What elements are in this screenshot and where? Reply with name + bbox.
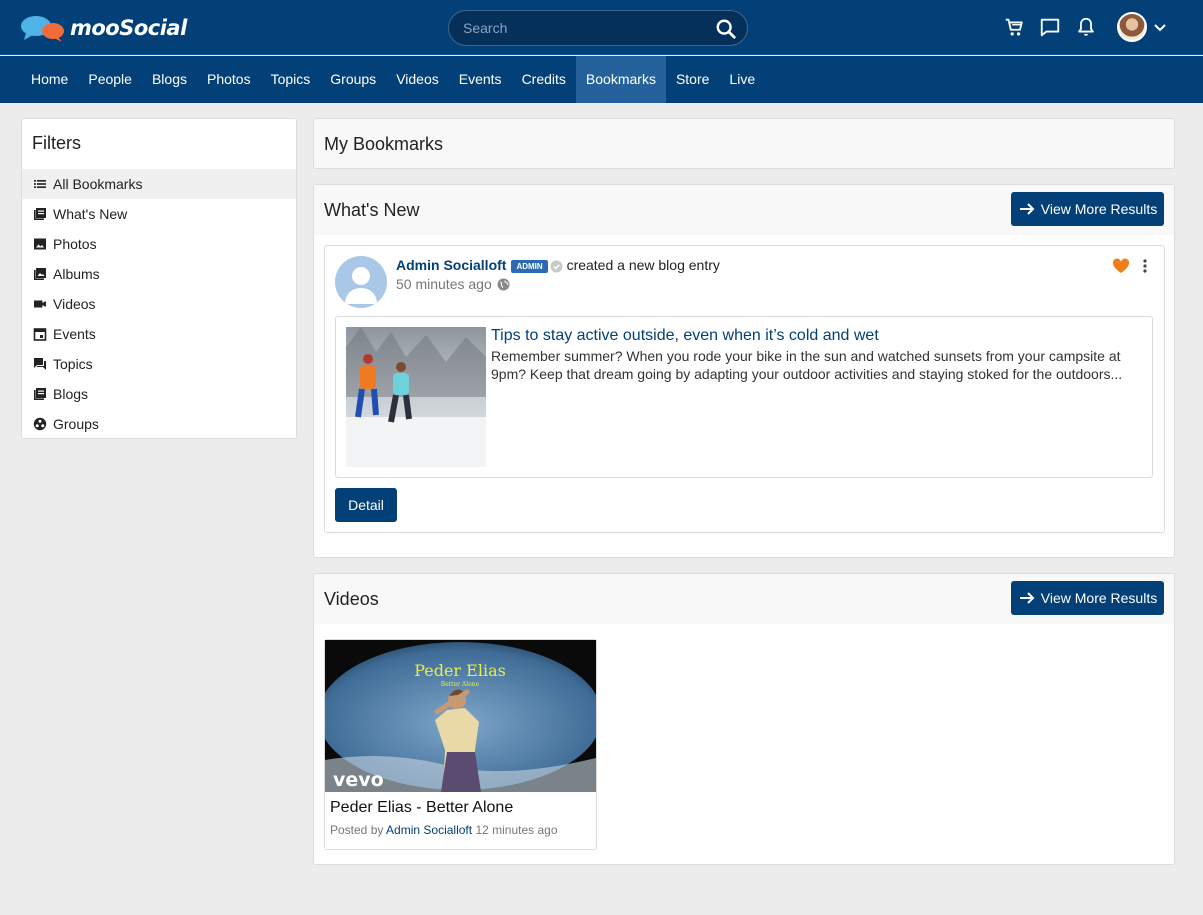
view-more-label: View More Results [1040,201,1158,217]
top-bar: mooSocial [0,0,1203,55]
author-link[interactable]: Admin Socialloft [396,257,506,273]
section-title: What's New [324,200,420,220]
photo-icon [34,238,46,250]
detail-button[interactable]: Detail [335,488,397,522]
albums-icon [34,268,46,280]
blog-attachment: Tips to stay active outside, even when i… [335,316,1153,478]
arrow-right-icon [1019,592,1035,604]
filter-events[interactable]: Events [22,319,296,349]
filters-title: Filters [32,133,81,153]
poster-title: Peder Elias [414,661,506,680]
message-icon[interactable] [1039,16,1061,38]
video-poster: Peder Elias Better Alone vevo [325,640,596,792]
nav-credits[interactable]: Credits [512,56,576,103]
poster-subtitle: Better Alone [441,681,480,688]
filter-blogs[interactable]: Blogs [22,379,296,409]
video-author-link[interactable]: Admin Socialloft [386,823,472,837]
search-icon[interactable] [715,18,737,40]
filter-label: All Bookmarks [53,176,143,192]
groups-icon [33,417,47,431]
nav-photos[interactable]: Photos [197,56,261,103]
filter-label: What's New [53,206,128,222]
filter-label: Photos [53,236,97,252]
bell-icon[interactable] [1075,16,1097,38]
nav-live[interactable]: Live [719,56,765,103]
main-nav: Home People Blogs Photos Topics Groups V… [0,56,1203,103]
filter-topics[interactable]: Topics [22,349,296,379]
filter-albums[interactable]: Albums [22,259,296,289]
video-card: Peder Elias Better Alone vevo Peder Elia… [324,639,597,850]
activity-time: 50 minutes ago [396,276,510,292]
user-avatar[interactable] [1117,12,1147,42]
video-meta: Posted by Admin Socialloft 12 minutes ag… [330,823,558,837]
view-more-button[interactable]: View More Results [1011,192,1164,226]
view-more-button[interactable]: View More Results [1011,581,1164,615]
section-header: What's New View More Results [314,185,1174,235]
search-input[interactable] [463,18,703,38]
top-actions [1003,12,1167,42]
nav-home[interactable]: Home [21,56,78,103]
globe-icon[interactable] [497,278,510,291]
filter-label: Blogs [53,386,89,402]
filter-photos[interactable]: Photos [22,229,296,259]
calendar-icon [33,328,47,341]
logo[interactable]: mooSocial [20,14,187,42]
topics-icon [34,358,46,370]
search-bar [448,10,748,46]
nav-bookmarks[interactable]: Bookmarks [575,56,666,103]
nav-blogs[interactable]: Blogs [142,56,197,103]
filter-label: Videos [53,296,96,312]
activity-card: Admin Socialloft ADMIN created a new blog… [324,245,1165,533]
filter-label: Albums [53,266,100,282]
view-more-label: View More Results [1040,590,1158,606]
nav-people[interactable]: People [78,56,142,103]
logo-icon [21,16,64,42]
logo-text: mooSocial [70,16,187,40]
section-title: Videos [324,589,379,609]
vevo-logo: vevo [333,769,384,791]
verified-icon [550,260,563,273]
blog-title-link[interactable]: Tips to stay active outside, even when i… [491,327,879,345]
page-header: My Bookmarks [313,118,1175,169]
arrow-right-icon [1019,203,1035,215]
filter-groups[interactable]: Groups [22,409,296,439]
video-title[interactable]: Peder Elias - Better Alone [330,799,513,817]
nav-videos[interactable]: Videos [386,56,449,103]
video-thumbnail[interactable]: Peder Elias Better Alone vevo [325,640,596,792]
admin-badge: ADMIN [511,259,548,273]
page-title: My Bookmarks [324,134,444,154]
whats-new-section: What's New View More Results Admin Socia… [313,184,1175,558]
time-text: 50 minutes ago [396,276,492,292]
filter-label: Events [53,326,96,342]
blog-thumbnail[interactable] [346,327,486,467]
user-silhouette-icon [345,267,377,304]
filter-label: Groups [53,416,99,432]
activity-action: created a new blog entry [566,257,720,273]
filters-panel: Filters All Bookmarks What's New Photos … [21,118,297,439]
filter-whats-new[interactable]: What's New [22,199,296,229]
feed-icon [34,208,46,220]
nav-events[interactable]: Events [449,56,512,103]
videos-section: Videos View More Results Peder Elias Bet… [313,573,1175,865]
cart-icon[interactable] [1003,16,1025,38]
chevron-down-icon[interactable] [1153,20,1167,34]
nav-store[interactable]: Store [666,56,719,103]
activity-headline: Admin Socialloft ADMIN created a new blog… [396,257,720,273]
posted-by-label: Posted by [330,823,384,837]
filter-videos[interactable]: Videos [22,289,296,319]
section-header: Videos View More Results [314,574,1174,624]
nav-groups[interactable]: Groups [320,56,386,103]
author-avatar[interactable] [335,256,387,308]
runners-image [346,327,486,467]
filter-label: Topics [53,356,93,372]
heart-icon[interactable] [1112,258,1130,274]
video-icon [34,300,46,308]
nav-topics[interactable]: Topics [261,56,321,103]
more-options-icon[interactable] [1142,258,1148,274]
blogs-icon [34,388,46,400]
blog-excerpt: Remember summer? When you rode your bike… [491,348,1123,382]
list-icon [34,180,46,188]
video-time: 12 minutes ago [475,823,558,837]
filter-all-bookmarks[interactable]: All Bookmarks [22,169,296,199]
